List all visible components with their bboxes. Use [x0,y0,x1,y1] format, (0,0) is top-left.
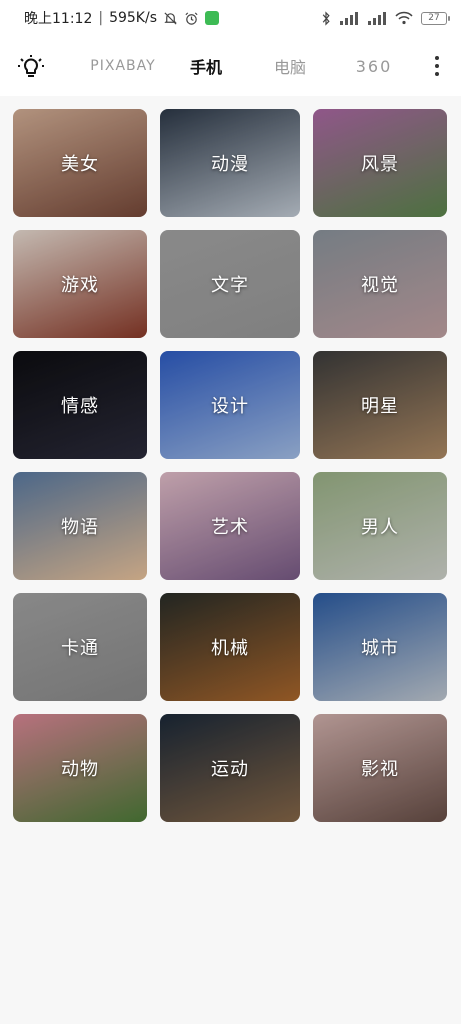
status-time: 晚上11:12 [24,11,93,27]
category-tile-nanren[interactable]: 男人 [313,472,447,580]
category-label: 文字 [211,275,249,296]
status-separator: | [98,10,104,26]
category-tile-dongman[interactable]: 动漫 [160,109,300,217]
category-label: 机械 [211,638,249,659]
category-label: 动物 [61,759,99,780]
category-tile-wuyu[interactable]: 物语 [13,472,147,580]
top-bar: PIXABAY 手机 电脑 360 [0,36,461,96]
tab-pc[interactable]: 电脑 [264,36,316,96]
category-tile-katong[interactable]: 卡通 [13,593,147,701]
category-label: 动漫 [211,154,249,175]
tab-phone[interactable]: 手机 [180,36,232,96]
category-label: 艺术 [211,517,249,538]
category-tile-dongwu[interactable]: 动物 [13,714,147,822]
wifi-icon [395,11,413,25]
status-left: 晚上11:12 | 595K/s [24,8,219,28]
lightbulb-icon [18,55,44,77]
category-label: 物语 [61,517,99,538]
category-tile-wenzi[interactable]: 文字 [160,230,300,338]
signal-icon-1 [339,11,359,25]
lightbulb-button[interactable] [16,52,46,82]
battery-icon: 27 [421,11,450,25]
category-label: 明星 [361,396,399,417]
category-tile-meinv[interactable]: 美女 [13,109,147,217]
app-notification-icon [205,11,219,25]
category-tile-youxi[interactable]: 游戏 [13,230,147,338]
signal-icon-2 [367,11,387,25]
category-label: 城市 [361,638,399,659]
category-label: 影视 [361,759,399,780]
category-label: 情感 [61,396,99,417]
category-tile-yishu[interactable]: 艺术 [160,472,300,580]
mute-bell-icon [163,11,178,26]
more-vertical-icon [435,72,439,76]
status-bar: 晚上11:12 | 595K/s 27 [0,0,461,36]
category-tile-sheji[interactable]: 设计 [160,351,300,459]
category-tile-yingshi[interactable]: 影视 [313,714,447,822]
category-label: 设计 [211,396,249,417]
category-label: 男人 [361,517,399,538]
category-label: 运动 [211,759,249,780]
category-tile-yundong[interactable]: 运动 [160,714,300,822]
category-tile-jixie[interactable]: 机械 [160,593,300,701]
more-vertical-icon [435,64,439,68]
battery-level: 27 [428,13,440,23]
category-label: 视觉 [361,275,399,296]
status-right: 27 [321,10,450,26]
tab-pixabay[interactable]: PIXABAY [90,36,156,96]
category-tile-qinggan[interactable]: 情感 [13,351,147,459]
category-tile-shijue[interactable]: 视觉 [313,230,447,338]
more-vertical-icon [435,56,439,60]
more-button[interactable] [427,52,447,80]
tab-360[interactable]: 360 [348,36,400,96]
status-net-speed: 595K/s [109,10,157,26]
category-tile-chengshi[interactable]: 城市 [313,593,447,701]
bluetooth-icon [321,10,331,26]
category-label: 游戏 [61,275,99,296]
category-label: 风景 [361,154,399,175]
alarm-icon [184,11,199,26]
category-label: 卡通 [61,638,99,659]
category-grid: 美女 动漫 风景 游戏 文字 视觉 情感 设计 明星 物语 艺术 男人 卡通 机… [13,109,447,822]
category-tile-mingxing[interactable]: 明星 [313,351,447,459]
category-label: 美女 [61,154,99,175]
category-tile-fengjing[interactable]: 风景 [313,109,447,217]
